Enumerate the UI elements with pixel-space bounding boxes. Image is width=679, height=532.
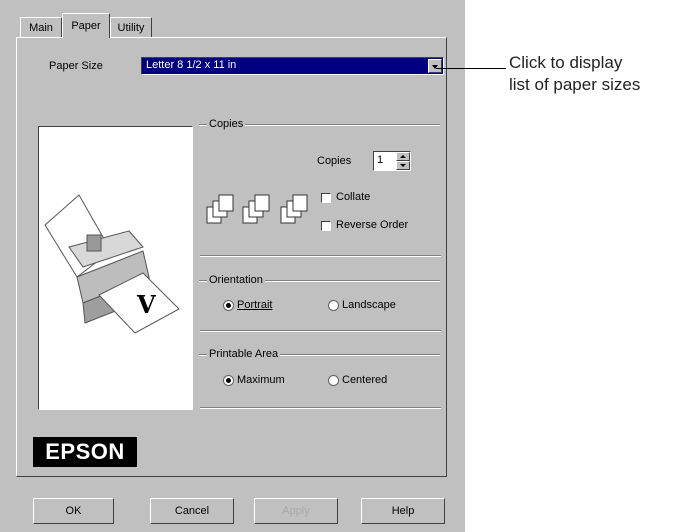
callout-line-2: list of paper sizes bbox=[509, 75, 641, 94]
collate-checkbox[interactable] bbox=[321, 193, 331, 203]
collate-pages-icon bbox=[206, 194, 308, 224]
tab-utility[interactable]: Utility bbox=[110, 17, 152, 37]
reverse-order-label: Reverse Order bbox=[336, 219, 409, 231]
copies-separator bbox=[200, 255, 441, 257]
copies-value: 1 bbox=[377, 154, 384, 166]
copies-label: Copies bbox=[317, 155, 352, 167]
centered-radio[interactable] bbox=[328, 375, 339, 386]
maximum-label: Maximum bbox=[237, 374, 285, 386]
tab-paper[interactable]: Paper bbox=[62, 13, 110, 38]
stepper-up-icon[interactable] bbox=[396, 152, 410, 161]
portrait-radio[interactable] bbox=[223, 300, 234, 311]
callout-pointer-line bbox=[436, 68, 506, 69]
stepper-down-icon[interactable] bbox=[396, 161, 410, 170]
orientation-group-title: Orientation bbox=[207, 274, 265, 286]
printable-area-group: Printable Area bbox=[199, 348, 440, 408]
centered-label: Centered bbox=[342, 374, 388, 386]
chevron-down-icon[interactable] bbox=[428, 59, 442, 73]
orientation-group: Orientation bbox=[199, 274, 440, 334]
paper-size-label: Paper Size bbox=[49, 60, 103, 72]
cancel-button[interactable]: Cancel bbox=[150, 498, 234, 524]
tab-utility-label: Utility bbox=[117, 21, 145, 34]
callout-line-1: Click to display bbox=[509, 53, 623, 72]
reverse-order-checkbox[interactable] bbox=[321, 221, 331, 231]
tab-main-label: Main bbox=[29, 21, 53, 34]
paper-size-value: Letter 8 1/2 x 11 in bbox=[146, 59, 237, 71]
portrait-label: Portrait bbox=[237, 299, 273, 311]
landscape-radio[interactable] bbox=[328, 300, 339, 311]
epson-logo: EPSON bbox=[33, 437, 137, 467]
printer-properties-dialog: Main Paper Utility Paper Size Letter 8 1… bbox=[0, 0, 465, 532]
paper-size-dropdown[interactable]: Letter 8 1/2 x 11 in bbox=[141, 57, 444, 75]
orientation-separator bbox=[200, 330, 441, 332]
copies-group: Copies bbox=[199, 118, 440, 258]
copies-stepper[interactable]: 1 bbox=[373, 151, 411, 171]
copies-group-title: Copies bbox=[207, 118, 246, 130]
apply-button[interactable]: Apply bbox=[254, 498, 338, 524]
svg-text:V: V bbox=[136, 290, 156, 319]
printer-preview-image: V bbox=[38, 126, 193, 410]
tab-paper-label: Paper bbox=[71, 20, 101, 32]
stepper-arrows bbox=[396, 152, 410, 170]
landscape-label: Landscape bbox=[342, 299, 396, 311]
printable-area-separator bbox=[200, 407, 441, 409]
printer-illustration: V bbox=[44, 194, 180, 334]
printable-area-group-title: Printable Area bbox=[207, 348, 281, 360]
help-button[interactable]: Help bbox=[361, 498, 445, 524]
collate-label: Collate bbox=[336, 191, 371, 203]
callout-text: Click to display list of paper sizes bbox=[509, 52, 640, 96]
tab-main[interactable]: Main bbox=[20, 17, 62, 37]
maximum-radio[interactable] bbox=[223, 375, 234, 386]
ok-button[interactable]: OK bbox=[33, 498, 114, 524]
